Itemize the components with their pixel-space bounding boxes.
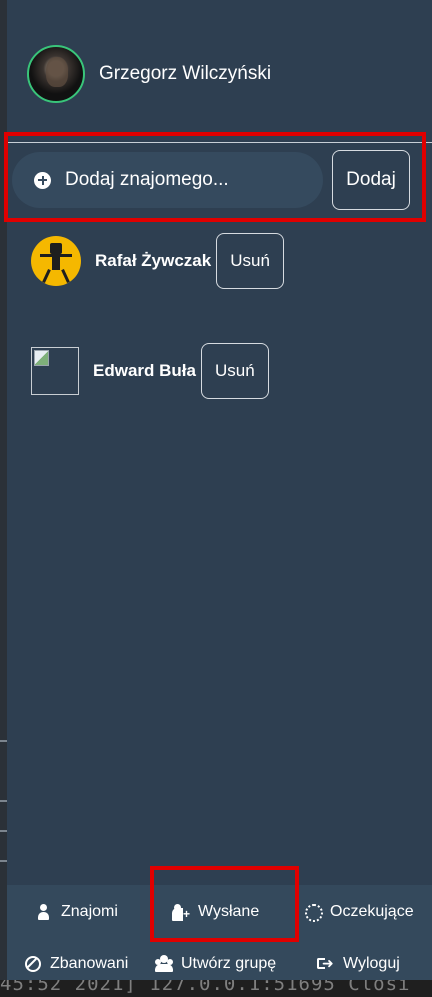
spinner-icon xyxy=(304,903,323,922)
nav-create-group-label: Utwórz grupę xyxy=(181,955,277,972)
friend-name: Edward Buła xyxy=(93,361,196,380)
friend-item: Rafał Żywczak Usuń xyxy=(31,233,284,289)
header-divider xyxy=(7,142,432,143)
strip-mark xyxy=(0,860,7,862)
background-terminal: 45:52 2021] 127.0.0.1:51695 Closi xyxy=(0,980,432,997)
add-friend-form: Dodaj xyxy=(12,150,422,210)
nav-sent-label: Wysłane xyxy=(198,903,260,920)
nav-pending-label: Oczekujące xyxy=(330,903,414,920)
users-icon xyxy=(155,955,173,973)
terminal-log-line: 45:52 2021] 127.0.0.1:51695 Closi xyxy=(0,980,411,995)
remove-friend-button[interactable]: Usuń xyxy=(216,233,284,289)
nav-friends[interactable]: Znajomi xyxy=(35,903,118,921)
nav-pending[interactable]: Oczekujące xyxy=(304,903,414,922)
remove-friend-button[interactable]: Usuń xyxy=(200,343,269,399)
sign-out-icon xyxy=(317,954,335,973)
friends-panel: Grzegorz Wilczyński Dodaj Rafał Żywczak … xyxy=(4,0,432,980)
nav-sent[interactable]: Wysłane xyxy=(172,903,259,921)
profile-avatar xyxy=(27,45,85,103)
nav-friends-label: Znajomi xyxy=(61,903,118,920)
background-window-strip xyxy=(0,0,7,997)
nav-logout-label: Wyloguj xyxy=(343,955,400,972)
nav-banned-label: Zbanowani xyxy=(50,955,129,972)
nav-create-group[interactable]: Utwórz grupę xyxy=(155,955,276,973)
add-friend-input-wrapper[interactable] xyxy=(12,152,323,208)
nav-banned[interactable]: Zbanowani xyxy=(24,955,128,973)
user-icon xyxy=(35,903,53,921)
add-friend-button[interactable]: Dodaj xyxy=(332,150,410,210)
profile-name: Grzegorz Wilczyński xyxy=(99,63,272,84)
add-friend-input[interactable] xyxy=(65,169,305,191)
robot-avatar xyxy=(31,236,81,286)
user-plus-icon xyxy=(172,903,190,921)
broken-image-icon xyxy=(31,347,79,395)
strip-mark xyxy=(0,830,7,832)
nav-logout[interactable]: Wyloguj xyxy=(317,954,400,973)
ban-icon xyxy=(24,955,42,973)
strip-mark xyxy=(0,740,7,742)
friend-name: Rafał Żywczak xyxy=(95,251,212,270)
user-profile[interactable]: Grzegorz Wilczyński xyxy=(27,43,271,105)
friend-item: Edward Buła Usuń xyxy=(31,343,269,399)
plus-circle-icon xyxy=(34,171,51,189)
strip-mark xyxy=(0,800,7,802)
bottom-navigation: Znajomi Wysłane Oczekujące Zbanowani Utw… xyxy=(7,885,432,980)
